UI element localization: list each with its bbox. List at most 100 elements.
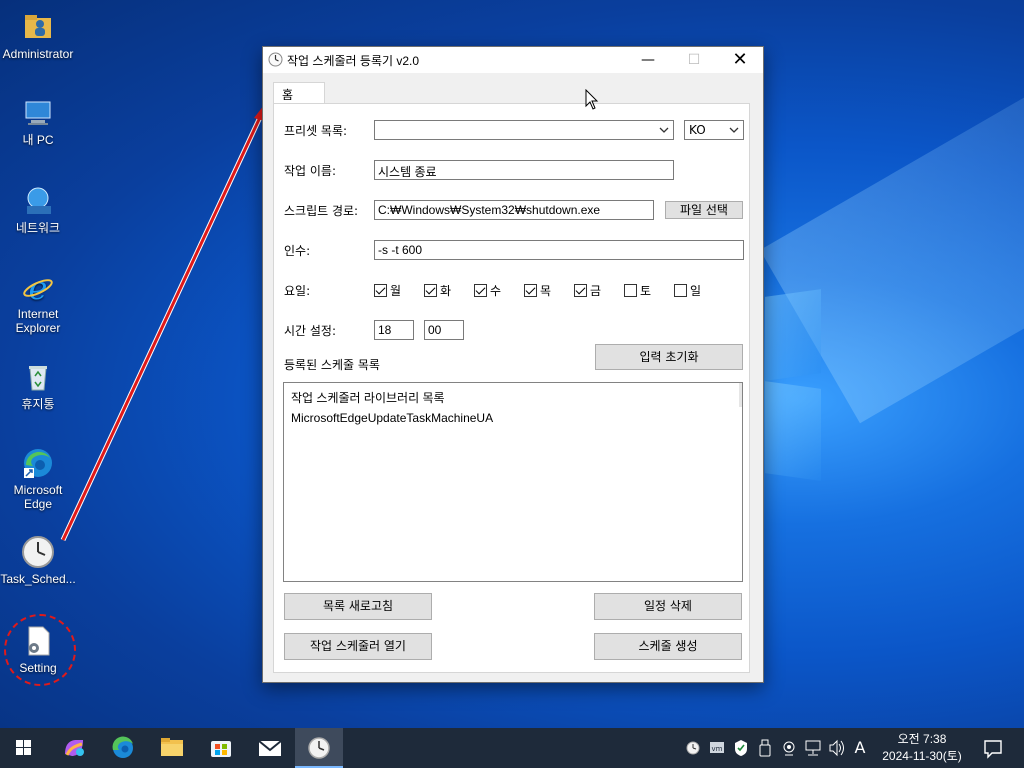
desktop-icon-label: Edge — [23, 497, 53, 511]
edge-icon — [112, 736, 133, 758]
minute-input[interactable]: 00 — [424, 320, 464, 340]
taskbar-file-explorer[interactable] — [148, 728, 196, 768]
taskbar-mail[interactable] — [246, 728, 294, 768]
tray-security[interactable] — [732, 728, 750, 768]
clock-icon — [268, 52, 283, 67]
close-button[interactable]: ✕ — [717, 47, 763, 73]
task-name-label: 작업 이름: — [284, 164, 337, 178]
day-checkbox-fri[interactable]: 금 — [574, 282, 601, 299]
desktop-icon-task-scheduler[interactable]: Task_Sched... — [0, 535, 76, 586]
tray-volume[interactable] — [828, 728, 846, 768]
day-checkbox-mon[interactable]: 월 — [374, 282, 401, 299]
tray-vmware[interactable]: vm — [708, 728, 726, 768]
tab-home[interactable]: 홈 — [273, 82, 325, 104]
camera-icon — [783, 741, 795, 756]
store-icon — [211, 741, 231, 757]
desktop-icon-network[interactable]: 네트워크 — [0, 184, 76, 235]
script-path-input[interactable]: C:₩Windows₩System32₩shutdown.exe — [374, 200, 654, 220]
taskbar-task-scheduler-app[interactable] — [295, 728, 343, 768]
checkbox-box[interactable] — [674, 284, 687, 297]
delete-schedule-button[interactable]: 일정 삭제 — [594, 593, 742, 620]
day-label: 월 — [390, 284, 402, 298]
language-value: KO — [689, 123, 706, 137]
minimize-button[interactable]: — — [625, 47, 671, 73]
reset-input-button[interactable]: 입력 초기화 — [595, 344, 743, 370]
clock-icon — [686, 741, 700, 755]
clock-date: 2024-11-30(토) — [882, 749, 962, 763]
day-checkbox-thu[interactable]: 목 — [524, 282, 551, 299]
chevron-down-icon — [659, 123, 669, 137]
taskbar: vm A 오전 7:38 2024-11-30(토) — [0, 728, 1024, 768]
list-item[interactable]: 작업 스케줄러 라이브러리 목록 — [291, 389, 445, 406]
checkbox-box[interactable] — [624, 284, 637, 297]
mail-icon — [258, 740, 282, 756]
chevron-down-icon — [729, 123, 739, 137]
mouse-cursor-icon — [585, 88, 599, 114]
day-checkbox-sun[interactable]: 일 — [674, 282, 701, 299]
script-path-label: 스크립트 경로: — [284, 204, 359, 218]
open-task-scheduler-button[interactable]: 작업 스케줄러 열기 — [284, 633, 432, 660]
wallpaper-logo-pane — [765, 289, 821, 381]
tray-ime[interactable]: A — [850, 728, 870, 768]
notification-icon — [984, 740, 1002, 759]
taskbar-clock[interactable]: 오전 7:38 2024-11-30(토) — [878, 731, 966, 765]
file-select-button[interactable]: 파일 선택 — [665, 201, 743, 219]
desktop-icon-microsoft-edge[interactable]: Microsoft Edge — [0, 446, 76, 511]
desktop-icon-internet-explorer[interactable]: e Internet Explorer — [0, 269, 76, 335]
preset-label: 프리셋 목록: — [284, 124, 348, 138]
checkbox-box[interactable] — [574, 284, 587, 297]
annotation-circle — [4, 614, 76, 686]
day-checkbox-sat[interactable]: 토 — [624, 282, 651, 299]
desktop-icon-label: Explorer — [15, 321, 61, 335]
checkbox-box[interactable] — [474, 284, 487, 297]
internet-explorer-icon: e — [21, 269, 55, 307]
desktop-icon-label: 휴지통 — [21, 397, 55, 411]
scrollbar[interactable] — [739, 383, 742, 407]
list-item[interactable]: MicrosoftEdgeUpdateTaskMachineUA — [291, 411, 493, 425]
edge-icon — [21, 446, 55, 480]
refresh-list-button[interactable]: 목록 새로고침 — [284, 593, 432, 620]
desktop-icon-my-pc[interactable]: 내 PC — [0, 96, 76, 147]
clock-icon — [308, 737, 330, 759]
taskbar-edge[interactable] — [99, 728, 147, 768]
desktop-icon-label: Administrator — [2, 47, 74, 61]
checkbox-box[interactable] — [374, 284, 387, 297]
tray-usb[interactable] — [756, 728, 774, 768]
maximize-button[interactable]: ☐ — [671, 47, 717, 73]
args-input[interactable]: -s -t 600 — [374, 240, 744, 260]
registered-schedules-label: 등록된 스케줄 목록 — [284, 358, 380, 372]
taskbar-store[interactable] — [197, 728, 245, 768]
copilot-icon — [65, 740, 84, 756]
desktop-icon-recycle-bin[interactable]: 휴지통 — [0, 360, 76, 411]
day-checkbox-wed[interactable]: 수 — [474, 282, 501, 299]
notification-center-button[interactable] — [978, 728, 1008, 768]
hour-input[interactable]: 18 — [374, 320, 414, 340]
tray-webcam[interactable] — [780, 728, 798, 768]
task-name-input[interactable]: 시스템 종료 — [374, 160, 674, 180]
user-folder-icon — [21, 10, 55, 44]
language-dropdown[interactable]: KO — [684, 120, 744, 140]
desktop-icon-administrator[interactable]: Administrator — [0, 10, 76, 61]
day-checkbox-tue[interactable]: 화 — [424, 282, 451, 299]
tray-network[interactable] — [804, 728, 822, 768]
checkbox-box[interactable] — [424, 284, 437, 297]
svg-text:vm: vm — [712, 745, 723, 753]
day-label: 토 — [640, 284, 652, 298]
taskbar-copilot[interactable] — [50, 728, 98, 768]
app-window: 작업 스케줄러 등록기 v2.0 — ☐ ✕ 홈 프리셋 목록: KO 작업 이… — [262, 46, 764, 683]
day-label: 일 — [690, 284, 702, 298]
desktop-icon-label: 네트워크 — [15, 221, 61, 235]
clock-icon — [21, 535, 55, 569]
window-title: 작업 스케줄러 등록기 v2.0 — [287, 54, 420, 68]
network-icon — [805, 740, 821, 756]
start-button[interactable] — [0, 728, 48, 768]
title-bar[interactable]: 작업 스케줄러 등록기 v2.0 — ☐ ✕ — [263, 47, 763, 73]
clock-time: 오전 7:38 — [897, 732, 947, 746]
schedule-list[interactable]: 작업 스케줄러 라이브러리 목록 MicrosoftEdgeUpdateTask… — [283, 382, 743, 582]
preset-dropdown[interactable] — [374, 120, 674, 140]
create-schedule-button[interactable]: 스케줄 생성 — [594, 633, 742, 660]
checkbox-box[interactable] — [524, 284, 537, 297]
tray-scheduler[interactable] — [684, 728, 702, 768]
network-icon — [21, 184, 55, 218]
usb-drive-icon — [759, 739, 771, 757]
